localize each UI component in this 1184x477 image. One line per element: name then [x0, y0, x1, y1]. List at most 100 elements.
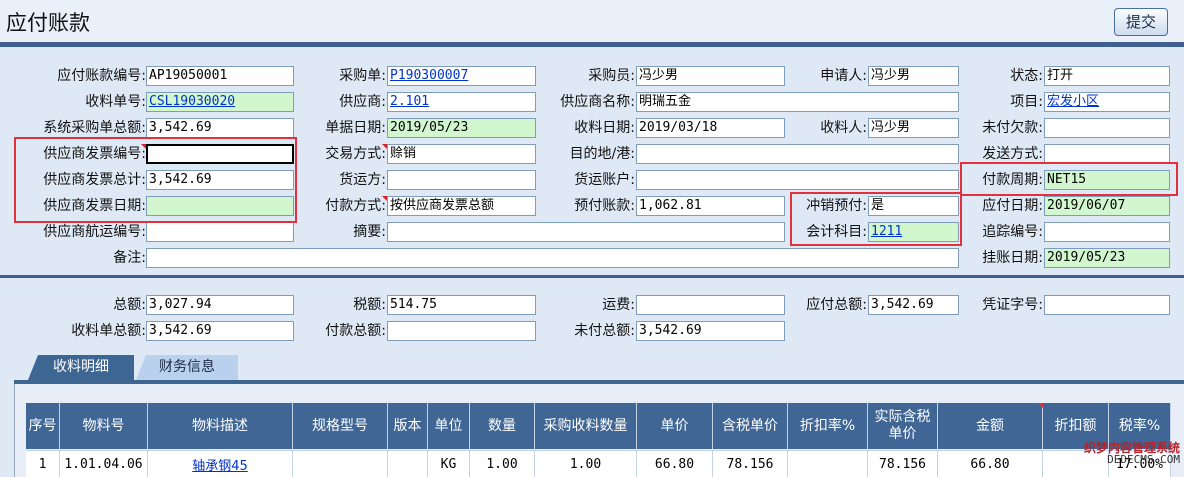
table-cell[interactable] — [293, 450, 388, 477]
po-link[interactable]: P190300007 — [387, 66, 536, 86]
page-header: 应付账款 提交 — [0, 0, 1184, 42]
receipt-total-field[interactable]: 3,542.69 — [146, 321, 294, 341]
receipt-no-link[interactable]: CSL19030020 — [146, 92, 294, 112]
table-cell[interactable]: 1.01.04.06 — [60, 450, 148, 477]
buyer-field[interactable]: 冯少男 — [636, 66, 785, 86]
col-header-actual-tax-price[interactable]: 实际含税单价 — [868, 403, 938, 449]
due-date-field[interactable]: 2019/06/07 — [1044, 196, 1170, 216]
destination-field[interactable] — [636, 144, 959, 164]
table-cell[interactable]: KG — [428, 450, 470, 477]
supplier-link[interactable]: 2.101 — [387, 92, 536, 112]
material-link[interactable]: 轴承钢45 — [148, 450, 293, 477]
remark-field[interactable] — [146, 248, 959, 268]
carrier-label: 货运方: — [339, 172, 386, 188]
status-label: 状态: — [1010, 68, 1043, 84]
carrier-field[interactable] — [387, 170, 536, 190]
paid-total-label: 付款总额: — [325, 323, 386, 339]
supplier-name-label: 供应商名称: — [560, 94, 635, 110]
highlight-invoice-group — [14, 137, 297, 223]
doc-date-label: 单据日期: — [325, 120, 386, 136]
shipping-no-field[interactable] — [146, 222, 294, 242]
posting-date-label: 挂账日期: — [982, 250, 1043, 266]
carrier-account-label: 货运账户: — [574, 172, 635, 188]
sys-po-amount-label: 系统采购单总额: — [43, 120, 146, 136]
ap-no-label: 应付账款编号: — [57, 68, 146, 84]
ap-no-field[interactable]: AP19050001 — [146, 66, 294, 86]
trade-mode-label: 交易方式: — [325, 146, 386, 162]
payable-total-field[interactable]: 3,542.69 — [868, 295, 959, 315]
voucher-no-field[interactable] — [1044, 295, 1170, 315]
table-cell[interactable]: 1 — [26, 450, 60, 477]
doc-date-field[interactable]: 2019/05/23 — [387, 118, 536, 138]
tax-label: 税额: — [353, 297, 386, 313]
col-header-unit[interactable]: 单位 — [428, 403, 470, 449]
summary-field[interactable] — [387, 222, 785, 242]
tab-finance-info[interactable]: 财务信息 — [136, 355, 238, 380]
supplier-label: 供应商: — [339, 94, 386, 110]
prepay-account-field[interactable]: 1,062.81 — [636, 196, 785, 216]
table-cell[interactable]: 1.00 — [470, 450, 535, 477]
trade-mode-field[interactable]: 赊销 — [387, 144, 536, 164]
ship-mode-label: 发送方式: — [982, 146, 1043, 162]
col-header-version[interactable]: 版本 — [388, 403, 428, 449]
unpaid-debt-label: 未付欠款: — [982, 120, 1043, 136]
status-field[interactable]: 打开 — [1044, 66, 1170, 86]
voucher-no-label: 凭证字号: — [982, 297, 1043, 313]
total-label: 总额: — [113, 297, 146, 313]
col-header-material-no[interactable]: 物料号 — [60, 403, 148, 449]
applicant-label: 申请人: — [820, 68, 867, 84]
section-divider — [0, 275, 1184, 278]
tracking-no-field[interactable] — [1044, 222, 1170, 242]
applicant-field[interactable]: 冯少男 — [868, 66, 959, 86]
unpaid-total-label: 未付总额: — [574, 323, 635, 339]
project-link[interactable]: 宏发小区 — [1044, 92, 1170, 112]
prepay-account-label: 预付账款: — [574, 198, 635, 214]
receipt-date-field[interactable]: 2019/03/18 — [636, 118, 785, 138]
col-header-spec[interactable]: 规格型号 — [293, 403, 388, 449]
receipt-total-label: 收料单总额: — [71, 323, 146, 339]
receiver-label: 收料人: — [820, 120, 867, 136]
supplier-name-field[interactable]: 明瑞五金 — [636, 92, 959, 112]
table-cell[interactable]: 78.156 — [868, 450, 938, 477]
remark-label: 备注: — [113, 250, 146, 266]
carrier-account-field[interactable] — [636, 170, 959, 190]
summary-label: 摘要: — [353, 224, 386, 240]
col-header-received-qty[interactable]: 采购收料数量 — [535, 403, 637, 449]
col-header-material-desc[interactable]: 物料描述 — [148, 403, 293, 449]
shipping-no-label: 供应商航运编号: — [43, 224, 146, 240]
destination-label: 目的地/港: — [569, 146, 635, 162]
payable-total-label: 应付总额: — [806, 297, 867, 313]
pay-method-label: 付款方式: — [325, 198, 386, 214]
project-label: 项目: — [1010, 94, 1043, 110]
receipt-date-label: 收料日期: — [574, 120, 635, 136]
pay-method-field[interactable]: 按供应商发票总额 — [387, 196, 536, 216]
table-cell[interactable] — [388, 450, 428, 477]
tab-receipt-details[interactable]: 收料明细 — [28, 355, 134, 380]
submit-button[interactable]: 提交 — [1114, 8, 1168, 36]
table-cell[interactable]: 66.80 — [637, 450, 713, 477]
ship-mode-field[interactable] — [1044, 144, 1170, 164]
highlight-offset-account — [790, 192, 962, 246]
receiver-field[interactable]: 冯少男 — [868, 118, 959, 138]
table-cell[interactable] — [788, 450, 868, 477]
total-field[interactable]: 3,027.94 — [146, 295, 294, 315]
posting-date-field[interactable]: 2019/05/23 — [1044, 248, 1170, 268]
col-header-seq[interactable]: 序号 — [26, 403, 60, 449]
unpaid-total-field[interactable]: 3,542.69 — [636, 321, 785, 341]
col-header-discount-rate[interactable]: 折扣率% — [788, 403, 868, 449]
sys-po-amount-field[interactable]: 3,542.69 — [146, 118, 294, 138]
col-header-tax-unit-price[interactable]: 含税单价 — [713, 403, 788, 449]
table-cell[interactable]: 66.80 — [938, 450, 1043, 477]
col-header-amount[interactable]: 金额 — [938, 403, 1043, 449]
due-date-label: 应付日期: — [982, 198, 1043, 214]
col-header-qty[interactable]: 数量 — [470, 403, 535, 449]
watermark-logo: 织梦内容管理系统 DEDECMS.COM — [1068, 442, 1180, 474]
tax-field[interactable]: 514.75 — [387, 295, 536, 315]
freight-field[interactable] — [636, 295, 785, 315]
table-cell[interactable]: 1.00 — [535, 450, 637, 477]
paid-total-field[interactable] — [387, 321, 536, 341]
col-header-unit-price[interactable]: 单价 — [637, 403, 713, 449]
buyer-label: 采购员: — [588, 68, 635, 84]
table-cell[interactable]: 78.156 — [713, 450, 788, 477]
unpaid-debt-field[interactable] — [1044, 118, 1170, 138]
